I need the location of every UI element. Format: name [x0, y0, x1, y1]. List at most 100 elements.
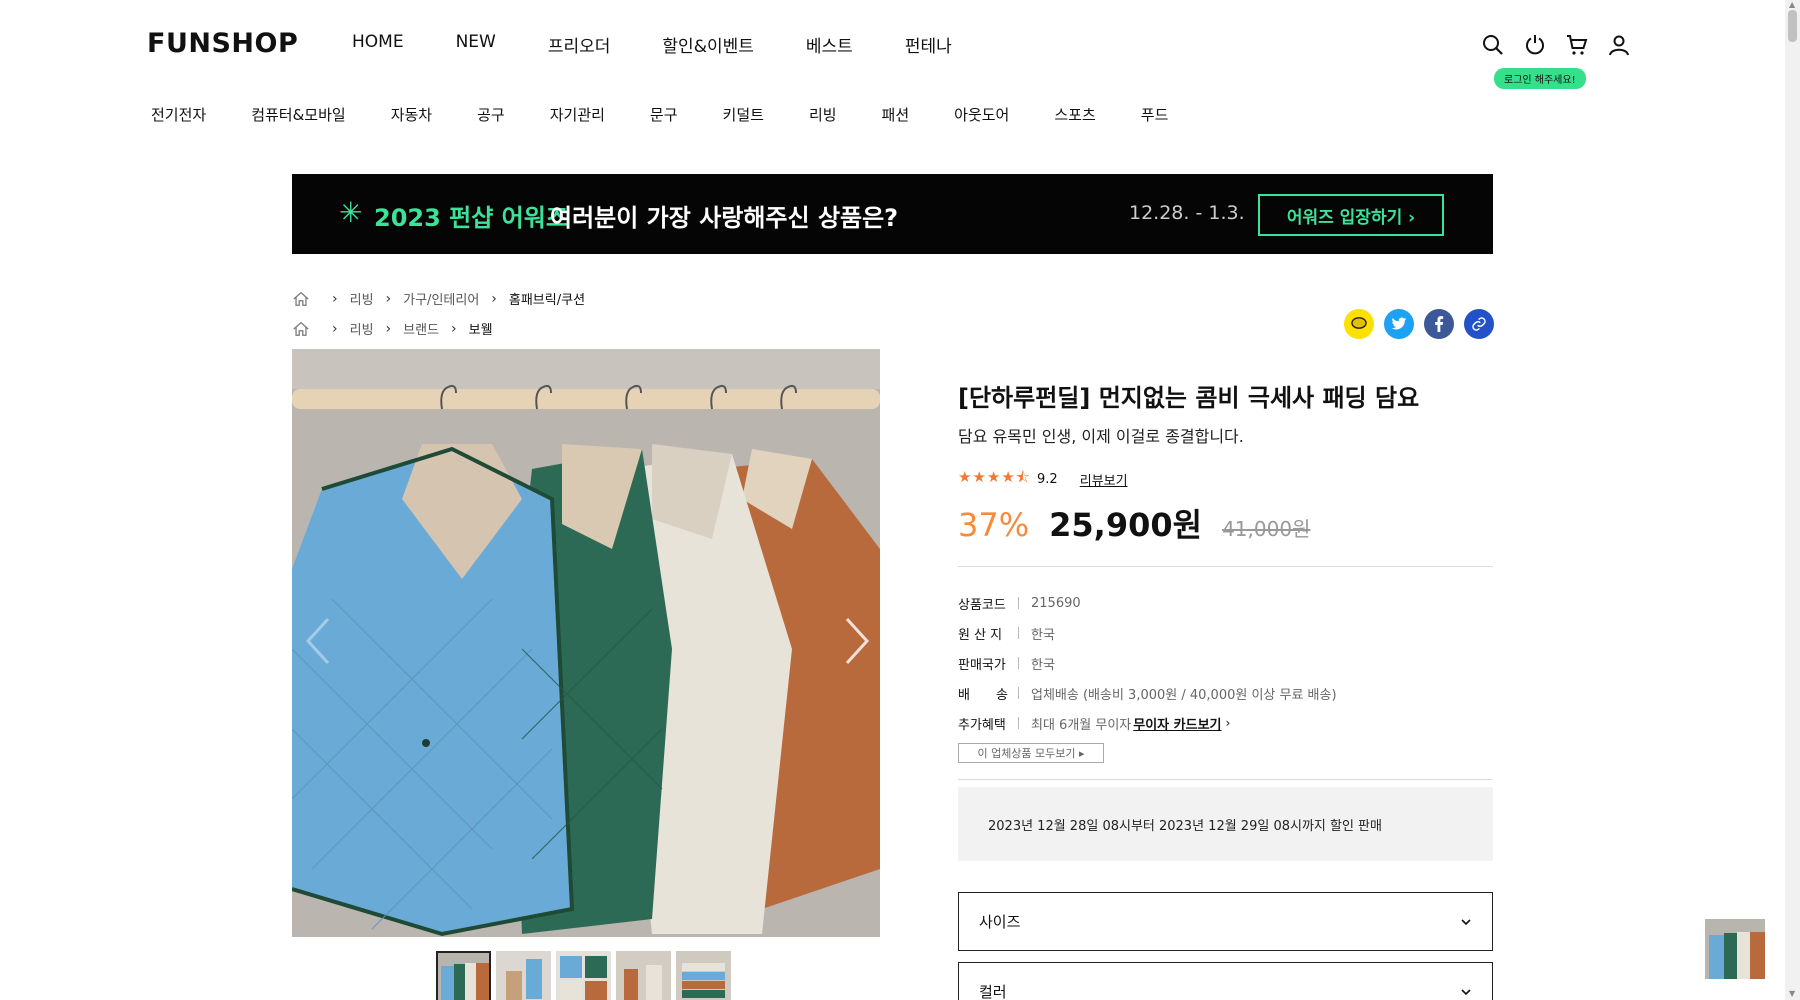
recent-viewed-thumbnail[interactable] [1705, 919, 1765, 979]
info-value: 한국 [1031, 657, 1055, 673]
nav-new[interactable]: NEW [456, 32, 496, 57]
category-food[interactable]: 푸드 [1141, 104, 1169, 125]
thumbnail-strip [436, 951, 731, 1000]
info-row-origin: 원 산 지 한국 [958, 618, 1337, 648]
rating-score: 9.2 [1037, 472, 1058, 487]
info-label: 상품코드 [958, 597, 1006, 613]
select-label: 사이즈 [979, 913, 1021, 931]
chevron-right-icon: › [385, 320, 392, 337]
home-icon[interactable] [292, 320, 310, 338]
category-electronics[interactable]: 전기전자 [151, 104, 206, 125]
chevron-down-icon [1461, 988, 1471, 995]
user-icon[interactable] [1606, 32, 1632, 58]
nav-funtena[interactable]: 펀테나 [905, 32, 952, 57]
nav-best[interactable]: 베스트 [806, 32, 853, 57]
breadcrumb-item[interactable]: 보웰 [469, 319, 493, 338]
info-row-code: 상품코드 215690 [958, 588, 1337, 618]
chevron-right-icon: › [332, 290, 338, 307]
chevron-right-icon: › [1225, 716, 1231, 730]
category-car[interactable]: 자동차 [391, 104, 432, 125]
color-select[interactable]: 컬러 [958, 962, 1493, 1000]
breadcrumb-item[interactable]: 홈패브릭/쿠션 [509, 289, 585, 308]
product-subtitle: 담요 유목민 인생, 이제 이걸로 종결합니다. [958, 427, 1244, 446]
info-label: 추가혜택 [958, 717, 1006, 733]
price-row: 37% 25,900원 41,000원 [958, 500, 1310, 546]
review-link[interactable]: 리뷰보기 [1080, 470, 1128, 489]
search-icon[interactable] [1480, 32, 1506, 58]
info-value: 215690 [1031, 595, 1081, 611]
chevron-right-icon: › [385, 290, 392, 307]
breadcrumb: › 리빙 › 브랜드 › 보웰 [292, 319, 493, 338]
breadcrumb-item[interactable]: 리빙 [350, 319, 374, 338]
product-rating: ★★★★⯪ 9.2 리뷰보기 [958, 467, 1128, 492]
product-main-image[interactable] [292, 349, 880, 937]
breadcrumb-item[interactable]: 리빙 [350, 289, 374, 308]
thumbnail-image[interactable] [496, 951, 551, 1000]
breadcrumb: › 리빙 › 가구/인테리어 › 홈패브릭/쿠션 [292, 289, 585, 308]
funshop-logo[interactable]: FUNSHOP [147, 28, 298, 59]
site-header: FUNSHOP HOME NEW 프리오더 할인&이벤트 베스트 펀테나 로그인… [0, 0, 1785, 150]
twitter-icon[interactable] [1384, 309, 1414, 339]
vendor-products-button[interactable]: 이 업체상품 모두보기 ▸ [958, 743, 1104, 763]
nav-sale-event[interactable]: 할인&이벤트 [662, 32, 753, 57]
info-row-benefit: 추가혜택 최대 6개월 무이자 무이자 카드보기 › [958, 708, 1337, 738]
size-select[interactable]: 사이즈 [958, 892, 1493, 951]
category-fashion[interactable]: 패션 [882, 104, 910, 125]
info-separator [1018, 657, 1019, 669]
category-tools[interactable]: 공구 [477, 104, 505, 125]
rating-stars-icon: ★★★★⯪ [958, 468, 1031, 486]
category-living[interactable]: 리빙 [809, 104, 837, 125]
scroll-up-icon[interactable]: ▲ [1789, 0, 1795, 9]
facebook-icon[interactable] [1424, 309, 1454, 339]
info-separator [1018, 717, 1019, 729]
login-tooltip: 로그인 해주세요! [1494, 68, 1586, 89]
kakao-icon[interactable] [1344, 309, 1374, 339]
cart-icon[interactable] [1564, 32, 1590, 58]
category-stationery[interactable]: 문구 [650, 104, 678, 125]
top-nav: HOME NEW 프리오더 할인&이벤트 베스트 펀테나 [352, 32, 1004, 57]
info-value: 최대 6개월 무이자 [1031, 717, 1132, 733]
category-selfcare[interactable]: 자기관리 [550, 104, 605, 125]
breadcrumb-item[interactable]: 브랜드 [403, 319, 439, 338]
info-value: 한국 [1031, 627, 1055, 643]
chevron-right-icon: › [491, 290, 497, 307]
banner-highlight: 2023 펀샵 어워즈 [374, 204, 568, 232]
awards-banner[interactable]: ✳ 2023 펀샵 어워즈 여러분이 가장 사랑해주신 상품은? 12.28. … [292, 174, 1493, 254]
divider [958, 566, 1493, 567]
page-scrollbar[interactable]: ▲ ▼ [1785, 0, 1800, 1000]
info-row-shipping: 배 송 업체배송 (배송비 3,000원 / 40,000원 이상 무료 배송) [958, 678, 1337, 708]
info-row-country: 판매국가 한국 [958, 648, 1337, 678]
category-outdoor[interactable]: 아웃도어 [954, 104, 1009, 125]
link-icon[interactable] [1464, 309, 1494, 339]
nav-preorder[interactable]: 프리오더 [548, 32, 611, 57]
scroll-down-icon[interactable]: ▼ [1789, 989, 1795, 998]
category-nav: 전기전자 컴퓨터&모바일 자동차 공구 자기관리 문구 키덜트 리빙 패션 아웃… [151, 104, 1213, 125]
category-kidult[interactable]: 키덜트 [723, 104, 764, 125]
banner-date: 12.28. - 1.3. [1129, 202, 1245, 224]
divider [958, 779, 1493, 780]
scroll-thumb[interactable] [1788, 10, 1797, 42]
thumbnail-image[interactable] [616, 951, 671, 1000]
home-icon[interactable] [292, 290, 310, 308]
thumbnail-image[interactable] [676, 951, 731, 1000]
select-label: 컬러 [979, 983, 1007, 1000]
chevron-right-icon: › [332, 320, 338, 337]
banner-star-icon: ✳ [339, 196, 363, 229]
header-icons [1480, 32, 1632, 58]
breadcrumb-item[interactable]: 가구/인테리어 [403, 289, 479, 308]
category-computer-mobile[interactable]: 컴퓨터&모바일 [251, 104, 346, 125]
thumbnail-image[interactable] [436, 951, 491, 1000]
category-sports[interactable]: 스포츠 [1054, 104, 1095, 125]
info-separator [1018, 687, 1019, 699]
nav-home[interactable]: HOME [352, 32, 404, 57]
discount-rate: 37% [958, 506, 1030, 544]
info-separator [1018, 627, 1019, 639]
awards-enter-button[interactable]: 어워즈 입장하기 › [1258, 194, 1444, 236]
chevron-down-icon [1461, 918, 1471, 925]
power-icon[interactable] [1522, 32, 1548, 58]
thumbnail-image[interactable] [556, 951, 611, 1000]
info-separator [1018, 597, 1019, 609]
info-label: 판매국가 [958, 657, 1006, 673]
product-info-list: 상품코드 215690 원 산 지 한국 판매국가 한국 배 송 업체배송 (배… [958, 588, 1337, 738]
card-benefit-link[interactable]: 무이자 카드보기 [1133, 714, 1221, 733]
